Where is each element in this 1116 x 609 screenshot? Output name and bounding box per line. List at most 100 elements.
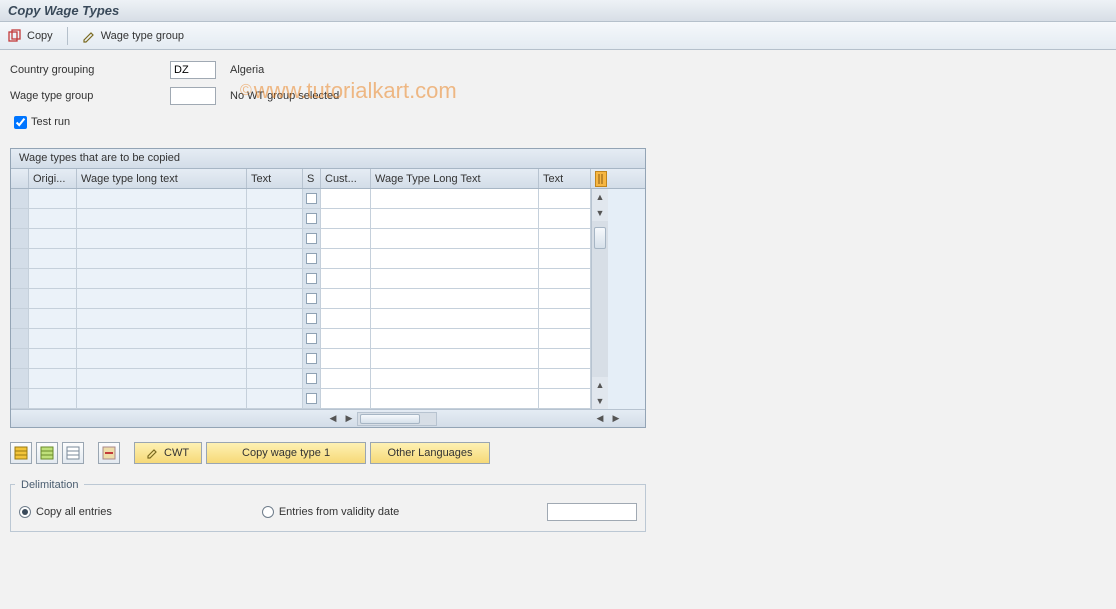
config-layout-button[interactable]: [591, 169, 611, 188]
cell[interactable]: [29, 189, 77, 209]
cell[interactable]: [539, 369, 591, 389]
col-cust[interactable]: Cust...: [321, 169, 371, 188]
copy-button[interactable]: Copy: [8, 29, 53, 43]
h2-scroll-left-icon[interactable]: ◀: [592, 412, 608, 426]
cell[interactable]: [371, 209, 539, 229]
row-selector[interactable]: [11, 309, 29, 329]
cell[interactable]: [29, 369, 77, 389]
cell[interactable]: [77, 329, 247, 349]
cell[interactable]: [371, 329, 539, 349]
row-selector[interactable]: [11, 249, 29, 269]
deselect-all-button[interactable]: [36, 442, 58, 464]
row-checkbox[interactable]: [303, 329, 321, 349]
scroll-up2-icon[interactable]: ▲: [592, 377, 608, 393]
row-selector[interactable]: [11, 189, 29, 209]
cell[interactable]: [539, 389, 591, 409]
cell[interactable]: [29, 329, 77, 349]
cell[interactable]: [371, 229, 539, 249]
col-text[interactable]: Text: [247, 169, 303, 188]
cell[interactable]: [371, 389, 539, 409]
cell[interactable]: [247, 189, 303, 209]
row-selector[interactable]: [11, 349, 29, 369]
cell[interactable]: [539, 189, 591, 209]
cell[interactable]: [29, 269, 77, 289]
cell[interactable]: [247, 349, 303, 369]
row-checkbox[interactable]: [303, 209, 321, 229]
cell[interactable]: [539, 209, 591, 229]
row-selector[interactable]: [11, 369, 29, 389]
cell[interactable]: [29, 249, 77, 269]
row-checkbox[interactable]: [303, 249, 321, 269]
cell[interactable]: [539, 349, 591, 369]
block-select-button[interactable]: [62, 442, 84, 464]
cell[interactable]: [247, 369, 303, 389]
row-selector[interactable]: [11, 209, 29, 229]
row-checkbox[interactable]: [303, 349, 321, 369]
cell[interactable]: [321, 269, 371, 289]
col-wt-long-text-2[interactable]: Wage Type Long Text: [371, 169, 539, 188]
cell[interactable]: [321, 329, 371, 349]
row-selector[interactable]: [11, 329, 29, 349]
cell[interactable]: [321, 349, 371, 369]
cwt-button[interactable]: CWT: [134, 442, 202, 464]
cell[interactable]: [247, 389, 303, 409]
cell[interactable]: [77, 209, 247, 229]
cell[interactable]: [371, 369, 539, 389]
cell[interactable]: [371, 269, 539, 289]
row-checkbox[interactable]: [303, 189, 321, 209]
cell[interactable]: [77, 289, 247, 309]
cell[interactable]: [77, 389, 247, 409]
row-selector[interactable]: [11, 269, 29, 289]
col-text-2[interactable]: Text: [539, 169, 591, 188]
cell[interactable]: [247, 329, 303, 349]
cell[interactable]: [247, 229, 303, 249]
cell[interactable]: [539, 269, 591, 289]
copy-wage-type-button[interactable]: Copy wage type 1: [206, 442, 366, 464]
cell[interactable]: [77, 249, 247, 269]
cell[interactable]: [29, 229, 77, 249]
cell[interactable]: [29, 309, 77, 329]
test-run-checkbox[interactable]: [14, 116, 27, 129]
col-origi[interactable]: Origi...: [29, 169, 77, 188]
cell[interactable]: [321, 249, 371, 269]
scroll-up-icon[interactable]: ▲: [592, 189, 608, 205]
cell[interactable]: [371, 249, 539, 269]
row-checkbox[interactable]: [303, 229, 321, 249]
cell[interactable]: [321, 229, 371, 249]
scroll-down2-icon[interactable]: ▼: [592, 393, 608, 409]
cell[interactable]: [77, 189, 247, 209]
cell[interactable]: [77, 229, 247, 249]
cell[interactable]: [321, 309, 371, 329]
cell[interactable]: [77, 309, 247, 329]
cell[interactable]: [371, 349, 539, 369]
cell[interactable]: [247, 289, 303, 309]
h2-scroll-right-icon[interactable]: ▶: [608, 412, 624, 426]
entries-from-date-radio[interactable]: Entries from validity date: [262, 506, 399, 518]
cell[interactable]: [371, 189, 539, 209]
cell[interactable]: [321, 289, 371, 309]
row-selector[interactable]: [11, 289, 29, 309]
cell[interactable]: [539, 249, 591, 269]
cell[interactable]: [29, 289, 77, 309]
row-checkbox[interactable]: [303, 269, 321, 289]
row-selector[interactable]: [11, 229, 29, 249]
col-s[interactable]: S: [303, 169, 321, 188]
cell[interactable]: [321, 209, 371, 229]
cell[interactable]: [321, 389, 371, 409]
cell[interactable]: [321, 369, 371, 389]
col-wt-long-text[interactable]: Wage type long text: [77, 169, 247, 188]
cell[interactable]: [371, 289, 539, 309]
cell[interactable]: [539, 289, 591, 309]
cell[interactable]: [77, 349, 247, 369]
select-all-button[interactable]: [10, 442, 32, 464]
row-checkbox[interactable]: [303, 289, 321, 309]
cell[interactable]: [77, 369, 247, 389]
h-scrollbar[interactable]: [357, 412, 437, 426]
cell[interactable]: [539, 329, 591, 349]
cell[interactable]: [539, 309, 591, 329]
h-scroll-left-icon[interactable]: ◀: [325, 412, 341, 426]
cell[interactable]: [29, 389, 77, 409]
wage-type-group-input[interactable]: [170, 87, 216, 105]
delete-row-button[interactable]: [98, 442, 120, 464]
cell[interactable]: [247, 269, 303, 289]
